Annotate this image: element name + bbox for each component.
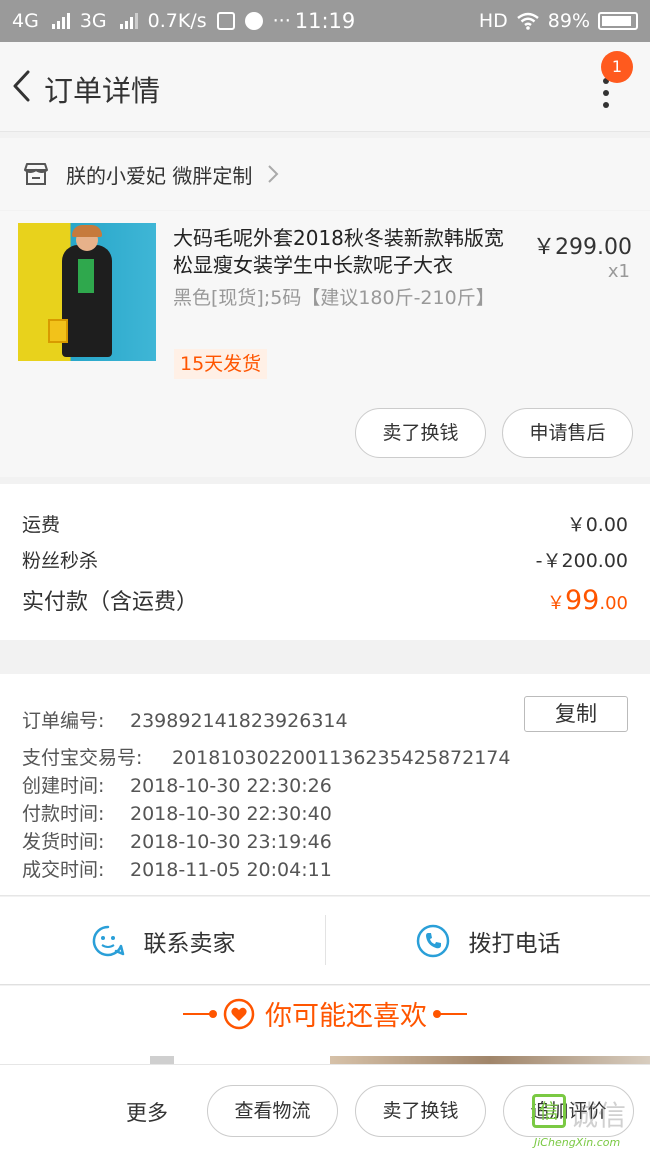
shipped-time: 2018-10-30 23:19:46: [130, 831, 332, 853]
completed-time: 2018-11-05 20:04:11: [130, 859, 332, 881]
site-watermark: 信 诚信 JiChengXin.com: [532, 1094, 650, 1155]
paid-row: 实付款（含运费） ￥99.00: [22, 584, 628, 616]
call-phone-button[interactable]: 拨打电话: [325, 897, 650, 984]
completed-time-row: 成交时间: 2018-11-05 20:04:11: [22, 855, 332, 882]
chevron-right-icon: [268, 165, 279, 183]
discount-label: 粉丝秒杀: [22, 550, 99, 572]
product-quantity: x1: [607, 261, 630, 282]
price-summary: 运费 ￥0.00 粉丝秒杀 -￥200.00 实付款（含运费） ￥99.00: [0, 484, 650, 640]
created-time-row: 创建时间: 2018-10-30 22:30:26: [22, 771, 332, 798]
created-time: 2018-10-30 22:30:26: [130, 775, 332, 797]
shop-row[interactable]: 朕的小爱妃 微胖定制: [0, 138, 650, 210]
battery-percent: 89%: [547, 10, 590, 32]
order-info: 订单编号: 239892141823926314 复制 支付宝交易号: 201810…: [0, 674, 650, 896]
more-button[interactable]: 更多: [126, 1097, 168, 1127]
sell-for-cash-bottom-button[interactable]: 卖了换钱: [355, 1085, 486, 1137]
wifi-icon: [516, 12, 539, 30]
sell-for-cash-button[interactable]: 卖了换钱: [355, 408, 486, 458]
discount-row: 粉丝秒杀 -￥200.00: [22, 546, 628, 573]
created-time-label: 创建时间:: [22, 775, 105, 797]
product-image[interactable]: [18, 223, 156, 361]
completed-time-label: 成交时间:: [22, 859, 105, 881]
discount-value: -￥200.00: [535, 550, 628, 572]
paid-value: ￥99.00: [547, 585, 628, 616]
shop-name: 朕的小爱妃 微胖定制: [66, 163, 253, 188]
signal-4g-icon: [51, 13, 70, 29]
paid-time-label: 付款时间:: [22, 803, 105, 825]
network-4g-label: 4G: [12, 10, 39, 32]
alipay-label: 支付宝交易号:: [22, 747, 143, 769]
product-title: 大码毛呢外套2018秋冬装新款韩版宽松显瘦女装学生中长款呢子大衣: [173, 226, 504, 277]
shipping-value: ￥0.00: [566, 514, 628, 536]
page-title: 订单详情: [44, 74, 161, 108]
order-number: 239892141823926314: [130, 710, 348, 732]
contact-seller-button[interactable]: 联系卖家: [0, 897, 325, 984]
shipping-tag: 15天发货: [174, 349, 268, 379]
notification-badge: 1: [601, 51, 633, 83]
status-bar: 4G 3G 0.7K/s ··· 11:19 HD 89%: [0, 0, 650, 42]
phone-icon: [416, 924, 449, 957]
contact-bar: 联系卖家 拨打电话: [0, 897, 650, 985]
nav-bar: 订单详情 1: [0, 42, 650, 132]
heart-icon: [223, 998, 255, 1029]
signal-3g-icon: [119, 13, 138, 29]
battery-icon: [598, 12, 638, 30]
product-card[interactable]: 大码毛呢外套2018秋冬装新款韩版宽松显瘦女装学生中长款呢子大衣 黑色[现货];…: [0, 211, 650, 477]
shipping-label: 运费: [22, 514, 61, 536]
paid-time-row: 付款时间: 2018-10-30 22:30:40: [22, 799, 332, 826]
shipped-time-row: 发货时间: 2018-10-30 23:19:46: [22, 827, 332, 854]
paid-label: 实付款（含运费）: [22, 590, 199, 615]
watermark-sub: JiChengXin.com: [534, 1136, 621, 1149]
network-speed: 0.7K/s: [147, 10, 207, 32]
copy-button[interactable]: 复制: [524, 696, 628, 732]
recommend-title: 你可能还喜欢: [265, 1001, 427, 1032]
status-time: 11:19: [294, 9, 356, 33]
recommend-section: 你可能还喜欢: [0, 986, 650, 1068]
alipay-row: 支付宝交易号: 2018103022001136235425872174: [22, 743, 510, 770]
recommend-header: 你可能还喜欢: [0, 994, 650, 1033]
shipped-time-label: 发货时间:: [22, 831, 105, 853]
store-icon: [24, 163, 48, 185]
shipping-fee-row: 运费 ￥0.00: [22, 510, 628, 537]
after-sales-button[interactable]: 申请售后: [502, 408, 633, 458]
view-logistics-button[interactable]: 查看物流: [207, 1085, 338, 1137]
hd-label: HD: [478, 10, 508, 32]
contact-seller-label: 联系卖家: [143, 930, 236, 957]
chat-bubble-icon: [92, 925, 124, 956]
order-number-label: 订单编号:: [22, 710, 105, 732]
watermark-text: 诚信: [570, 1099, 627, 1132]
product-spec: 黑色[现货];5码【建议180斤-210斤】: [173, 287, 495, 309]
order-number-row: 订单编号: 239892141823926314: [22, 706, 348, 733]
taobao-notify-icon: [216, 12, 235, 30]
back-arrow-icon[interactable]: [8, 66, 40, 106]
alipay-number: 2018103022001136235425872174: [172, 747, 511, 769]
call-phone-label: 拨打电话: [468, 930, 561, 957]
paid-time: 2018-10-30 22:30:40: [130, 803, 332, 825]
network-3g-label: 3G: [79, 10, 107, 32]
app-notify-icon: [244, 12, 263, 30]
product-price: ￥299.00: [533, 235, 632, 260]
watermark-logo-icon: 信: [532, 1094, 566, 1128]
more-notifications-icon: ···: [272, 10, 291, 32]
